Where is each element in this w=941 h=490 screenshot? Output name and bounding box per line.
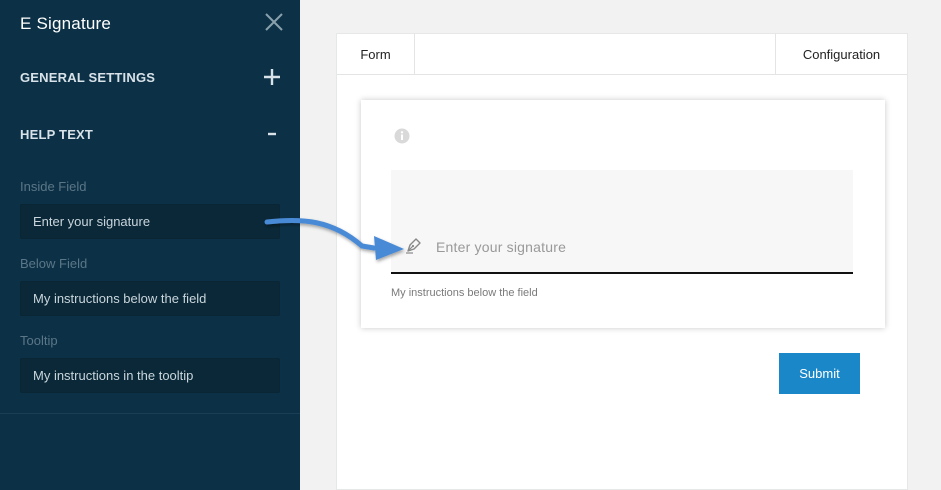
section-help-text-label: HELP TEXT (20, 127, 94, 142)
tab-bar: Form Configuration (337, 34, 907, 75)
sidebar-header: E Signature (0, 0, 300, 50)
below-field-text: My instructions below the field (391, 287, 538, 299)
section-general-settings[interactable]: GENERAL SETTINGS (0, 58, 300, 98)
tab-form[interactable]: Form (337, 34, 415, 75)
annotation-arrow (264, 217, 404, 260)
signature-pad[interactable]: Enter your signature (391, 170, 853, 274)
info-icon[interactable] (394, 128, 410, 144)
plus-icon[interactable] (262, 67, 282, 87)
sidebar-divider (0, 413, 300, 414)
tab-configuration[interactable]: Configuration (775, 34, 907, 75)
settings-sidebar: E Signature GENERAL SETTINGS HELP TEXT I… (0, 0, 300, 490)
below-field-label: Below Field (20, 256, 88, 271)
close-icon[interactable] (262, 10, 286, 34)
inside-field-label: Inside Field (20, 179, 87, 194)
inside-field-input[interactable] (20, 204, 280, 239)
form-card: Form Configuration Enter your signature … (336, 33, 908, 490)
below-field-input[interactable] (20, 281, 280, 316)
minus-icon[interactable] (262, 124, 282, 144)
tooltip-label: Tooltip (20, 333, 58, 348)
section-general-settings-label: GENERAL SETTINGS (20, 70, 156, 85)
submit-button[interactable]: Submit (779, 353, 860, 394)
signature-placeholder: Enter your signature (436, 239, 567, 255)
signature-field-preview: Enter your signature My instructions bel… (361, 100, 885, 328)
section-help-text[interactable]: HELP TEXT (0, 115, 300, 155)
tooltip-input[interactable] (20, 358, 280, 393)
sidebar-title: E Signature (20, 14, 112, 33)
